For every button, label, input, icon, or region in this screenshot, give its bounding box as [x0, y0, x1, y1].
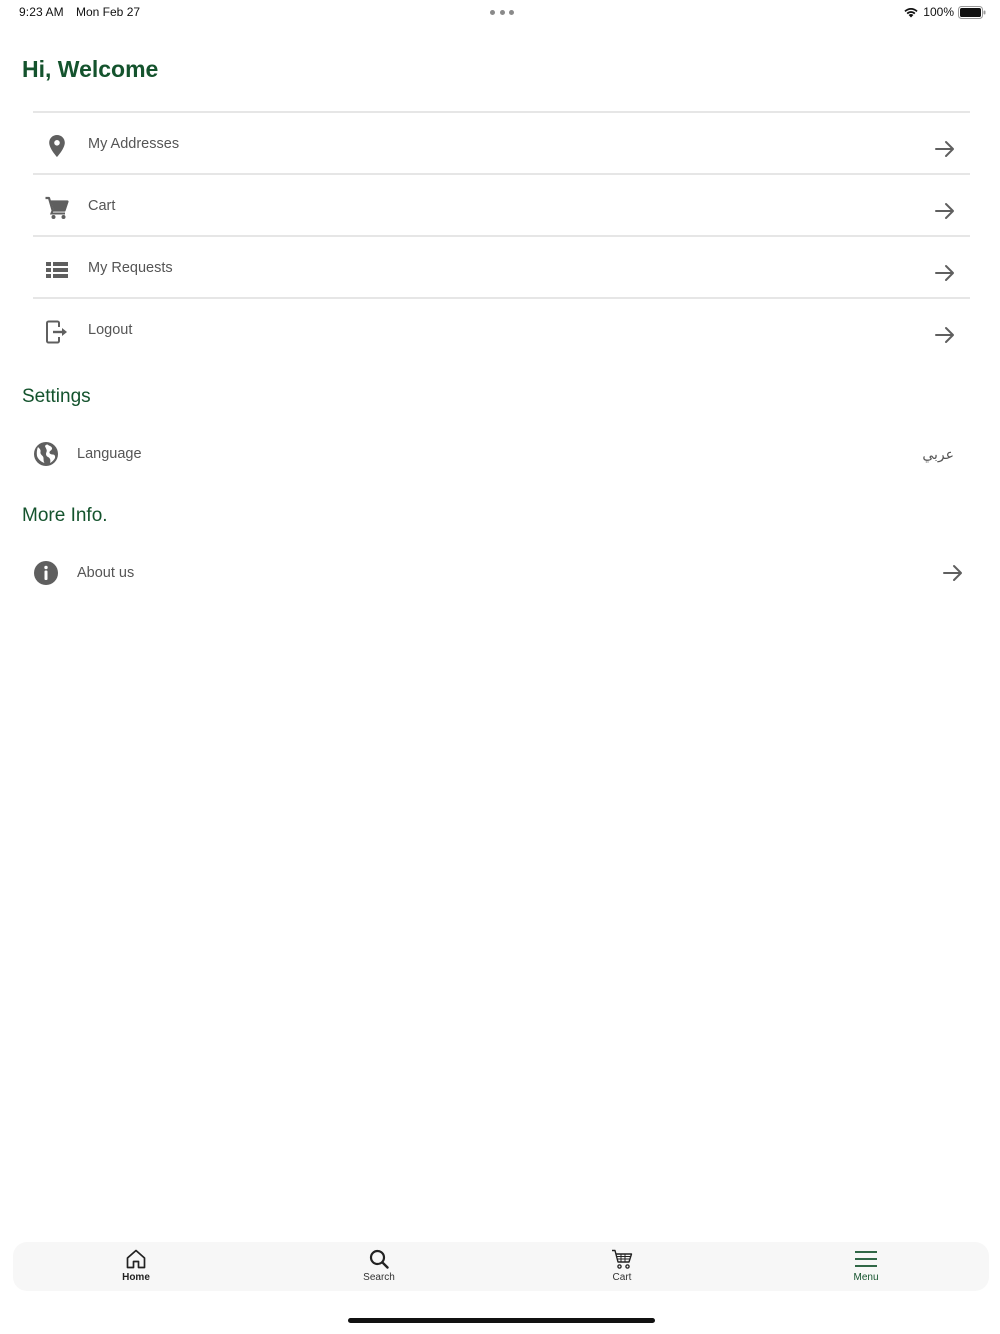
settings-section-title: Settings	[22, 386, 91, 407]
arrow-right-icon	[943, 565, 962, 581]
arrow-right-icon	[935, 141, 954, 157]
menu-item-my-addresses[interactable]: My Addresses	[33, 113, 970, 175]
about-us-row[interactable]: About us	[33, 553, 970, 593]
battery-percentage: 100%	[923, 5, 954, 19]
page-title: Hi, Welcome	[22, 56, 159, 82]
menu-item-label: My Addresses	[88, 136, 180, 152]
list-icon	[46, 262, 68, 278]
menu-item-label: My Requests	[88, 260, 173, 276]
tab-label: Search	[363, 1272, 395, 1283]
menu-item-label: Cart	[88, 198, 116, 214]
menu-icon	[855, 1251, 877, 1267]
cart-icon	[45, 196, 69, 219]
bottom-tab-bar: Home Search Cart Menu	[13, 1242, 989, 1291]
more-info-section-title: More Info.	[22, 505, 108, 526]
menu-item-cart[interactable]: Cart	[33, 175, 970, 237]
language-label: Language	[77, 446, 142, 462]
cart-icon	[612, 1249, 633, 1269]
location-pin-icon	[49, 135, 65, 157]
status-time: 9:23 AM	[19, 5, 64, 19]
tab-label: Cart	[612, 1272, 632, 1283]
info-icon	[34, 561, 58, 585]
tab-label: Menu	[853, 1272, 879, 1283]
menu-item-label: Logout	[88, 322, 133, 338]
tab-menu[interactable]: Menu	[806, 1242, 926, 1291]
status-indicators: 100%	[903, 4, 986, 20]
multitasking-dots-icon[interactable]	[490, 10, 514, 16]
language-setting-row[interactable]: Language عربي	[33, 434, 970, 474]
arrow-right-icon	[935, 327, 954, 343]
search-icon	[369, 1249, 389, 1269]
home-icon	[126, 1249, 146, 1269]
tab-search[interactable]: Search	[319, 1242, 439, 1291]
arrow-right-icon	[935, 265, 954, 281]
status-bar: 9:23 AM Mon Feb 27 100%	[0, 0, 1000, 26]
status-date: Mon Feb 27	[76, 5, 141, 19]
menu-item-my-requests[interactable]: My Requests	[33, 237, 970, 299]
account-menu-list: My Addresses Cart My Requests Logout	[33, 111, 970, 359]
tab-cart[interactable]: Cart	[562, 1242, 682, 1291]
home-indicator[interactable]	[348, 1318, 655, 1323]
about-us-label: About us	[77, 565, 135, 581]
tab-home[interactable]: Home	[76, 1242, 196, 1291]
logout-icon	[46, 320, 67, 344]
language-value[interactable]: عربي	[922, 446, 954, 463]
tab-label: Home	[122, 1272, 150, 1283]
globe-icon	[34, 442, 58, 466]
battery-icon	[958, 5, 986, 19]
wifi-icon	[904, 8, 918, 18]
menu-item-logout[interactable]: Logout	[33, 299, 970, 359]
arrow-right-icon	[935, 203, 954, 219]
